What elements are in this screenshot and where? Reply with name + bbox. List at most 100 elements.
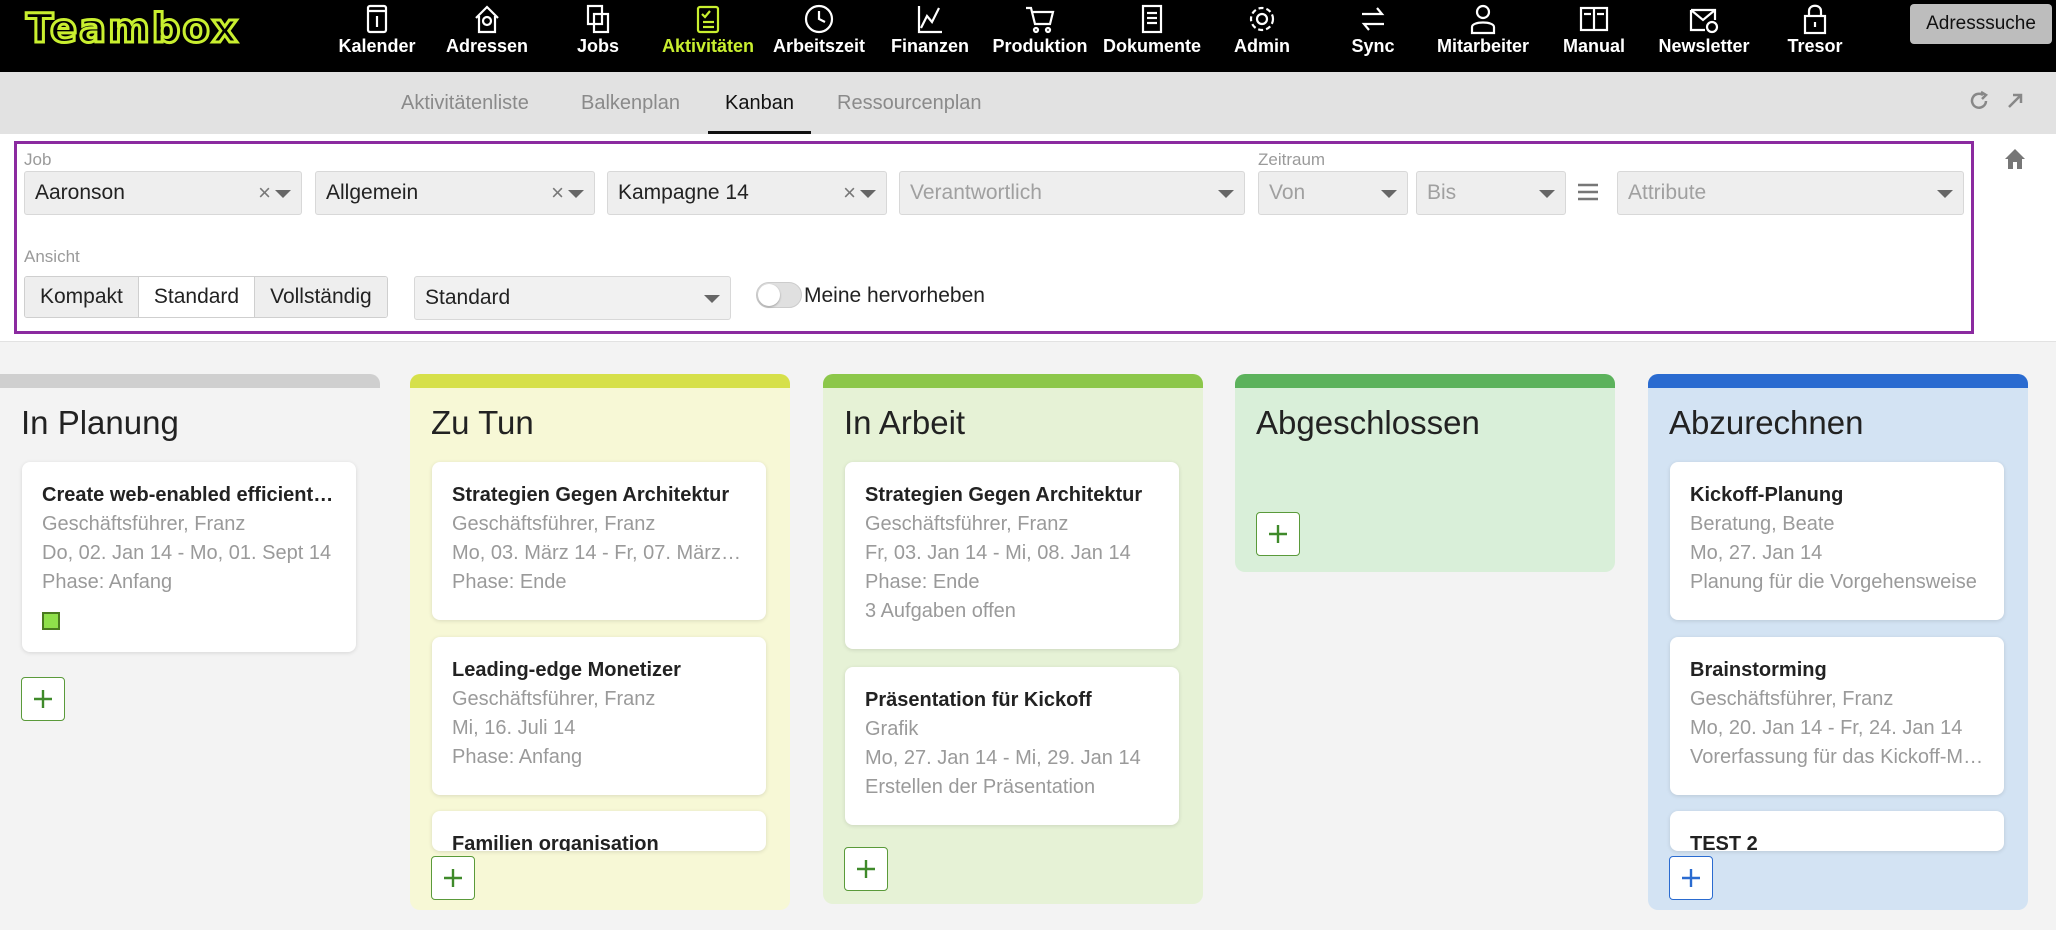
column-color-bar: [1235, 374, 1615, 388]
nav-finanzen[interactable]: Finanzen: [875, 0, 985, 72]
kanban-column-abgeschlossen: Abgeschlossen: [1235, 374, 1615, 572]
card-detail: Phase: Anfang: [42, 571, 173, 593]
nav-arbeitszeit[interactable]: Arbeitszeit: [764, 0, 874, 72]
kanban-column-in-planung: In Planung Create web-enabled efficient s…: [0, 374, 380, 734]
nav-newsletter[interactable]: Newsletter: [1649, 0, 1759, 72]
user-icon: [1470, 4, 1496, 35]
attributes-placeholder: Attribute: [1628, 181, 1707, 204]
nav-aktivitaeten[interactable]: Aktivitäten: [653, 0, 763, 72]
add-card-button[interactable]: [21, 677, 65, 721]
clear-icon[interactable]: ×: [843, 172, 856, 214]
card-detail: Mi, 16. Juli 14: [452, 717, 576, 739]
clear-icon[interactable]: ×: [258, 172, 271, 214]
kanban-card[interactable]: Brainstorming Geschäftsführer, Franz Mo, 2…: [1670, 637, 2004, 795]
document-icon: [1141, 4, 1163, 34]
home-icon[interactable]: [2002, 146, 2028, 172]
nav-label: Sync: [1351, 36, 1395, 56]
job-select-campaign[interactable]: Kampagne 14 ×: [607, 171, 887, 215]
column-title: In Arbeit: [844, 404, 966, 441]
attributes-select[interactable]: Attribute: [1617, 171, 1964, 215]
period-from-select[interactable]: Von: [1258, 171, 1408, 215]
kanban-card[interactable]: Strategien Gegen Architektur Geschäftsfüh…: [845, 462, 1179, 649]
responsible-select[interactable]: Verantwortlich: [899, 171, 1245, 215]
job-select-value: Allgemein: [326, 181, 419, 204]
to-placeholder: Bis: [1427, 181, 1457, 204]
kanban-card[interactable]: Familien organisation: [432, 811, 766, 851]
menu-icon[interactable]: [1576, 180, 1600, 204]
card-detail: Phase: Ende: [865, 571, 980, 593]
view-segmented-control: Kompakt Standard Vollständig: [24, 276, 388, 318]
from-placeholder: Von: [1269, 181, 1306, 204]
teambox-logo[interactable]: Teambox: [25, 5, 240, 54]
book-icon: [1579, 6, 1609, 32]
column-color-bar: [1648, 374, 2028, 388]
kanban-column-in-arbeit: In Arbeit Strategien Gegen Architektur Ges…: [823, 374, 1203, 904]
kanban-card[interactable]: Create web-enabled efficient systems Gesc…: [22, 462, 356, 652]
nav-kalender[interactable]: Kalender: [322, 0, 432, 72]
kanban-column-zu-tun: Zu Tun Strategien Gegen Architektur Geschä…: [410, 374, 790, 910]
add-card-button[interactable]: [1256, 512, 1300, 556]
nav-dokumente[interactable]: Dokumente: [1097, 0, 1207, 72]
cart-icon: [1026, 6, 1055, 34]
chevron-down-icon: [704, 295, 720, 303]
refresh-icon[interactable]: [1968, 90, 1990, 112]
tab-ressourcenplan[interactable]: Ressourcenplan: [820, 72, 999, 134]
nav-label: Manual: [1562, 36, 1625, 56]
kanban-card[interactable]: Leading-edge Monetizer Geschäftsführer, F…: [432, 637, 766, 795]
view-option-kompakt[interactable]: Kompakt: [25, 277, 139, 317]
kanban-card[interactable]: Strategien Gegen Architektur Geschäftsfüh…: [432, 462, 766, 620]
view-option-standard[interactable]: Standard: [138, 277, 256, 317]
clear-icon[interactable]: ×: [551, 172, 564, 214]
job-select-customer[interactable]: Aaronson ×: [24, 171, 302, 215]
card-title: Strategien Gegen Architektur: [452, 484, 730, 506]
expand-icon[interactable]: [2004, 90, 2026, 112]
kanban-card[interactable]: Kickoff-Planung Beratung, Beate Mo, 27. Ja…: [1670, 462, 2004, 620]
nav-tresor[interactable]: Tresor: [1760, 0, 1870, 72]
card-detail: Mo, 20. Jan 14 - Fr, 24. Jan 14: [1690, 717, 1963, 739]
card-detail: Mo, 27. Jan 14 - Mi, 29. Jan 14: [865, 747, 1141, 769]
tab-kanban[interactable]: Kanban: [708, 72, 811, 134]
card-detail: 3 Aufgaben offen: [865, 600, 1016, 622]
layout-select[interactable]: Standard: [414, 276, 731, 320]
chevron-down-icon: [860, 190, 876, 198]
highlight-mine-label: Meine hervorheben: [804, 284, 985, 307]
card-title: TEST 2: [1690, 833, 1758, 851]
card-detail: Vorerfassung für das Kickoff-Meeting: [1690, 746, 1984, 768]
tab-balkenplan[interactable]: Balkenplan: [564, 72, 697, 134]
highlight-mine-toggle[interactable]: [756, 282, 802, 308]
chevron-down-icon: [1937, 190, 1953, 198]
address-search-button[interactable]: Adresssuche: [1910, 4, 2052, 44]
chevron-down-icon: [1539, 190, 1555, 198]
nav-label: Jobs: [576, 36, 619, 56]
nav-label: Produktion: [992, 36, 1088, 56]
job-select-category[interactable]: Allgemein ×: [315, 171, 595, 215]
gear-icon: [1249, 6, 1275, 32]
chevron-down-icon: [568, 190, 584, 198]
nav-adressen[interactable]: Adressen: [432, 0, 542, 72]
kanban-card[interactable]: Präsentation für Kickoff Grafik Mo, 27. Ja…: [845, 667, 1179, 825]
nav-produktion[interactable]: Produktion: [985, 0, 1095, 72]
nav-admin[interactable]: Admin: [1207, 0, 1317, 72]
kanban-card[interactable]: TEST 2: [1670, 811, 2004, 851]
view-option-vollstaendig[interactable]: Vollständig: [255, 277, 387, 317]
card-title: Strategien Gegen Architektur: [865, 484, 1143, 506]
nav-mitarbeiter[interactable]: Mitarbeiter: [1428, 0, 1538, 72]
nav-jobs[interactable]: Jobs: [543, 0, 653, 72]
nav-sync[interactable]: Sync: [1318, 0, 1428, 72]
tab-aktivitaetenliste[interactable]: Aktivitätenliste: [384, 72, 546, 134]
period-to-select[interactable]: Bis: [1416, 171, 1566, 215]
card-detail: Geschäftsführer, Franz: [452, 688, 656, 710]
chevron-down-icon: [275, 190, 291, 198]
add-card-button[interactable]: [431, 856, 475, 900]
nav-label: Adressen: [445, 36, 529, 56]
nav-manual[interactable]: Manual: [1539, 0, 1649, 72]
mail-at-icon: [1689, 8, 1719, 34]
view-label: Ansicht: [24, 247, 80, 266]
card-detail: Geschäftsführer, Franz: [452, 513, 656, 535]
add-card-button[interactable]: [844, 847, 888, 891]
job-select-value: Aaronson: [35, 181, 125, 204]
add-card-button[interactable]: [1669, 856, 1713, 900]
job-label: Job: [24, 150, 52, 169]
card-title: Kickoff-Planung: [1690, 484, 1844, 506]
nav-label: Kalender: [338, 36, 416, 56]
